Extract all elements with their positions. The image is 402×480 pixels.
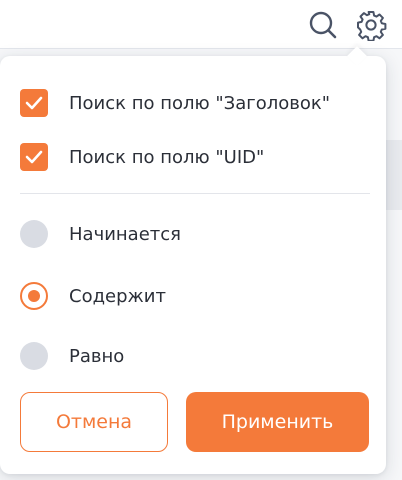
- cancel-button[interactable]: Отмена: [20, 392, 168, 452]
- divider: [20, 193, 370, 194]
- radio-equals[interactable]: Равно: [20, 341, 124, 371]
- settings-button[interactable]: [354, 8, 388, 42]
- checkbox-title-field[interactable]: Поиск по полю "Заголовок": [20, 88, 330, 118]
- radio-label: Начинается: [69, 223, 181, 245]
- search-button[interactable]: [306, 8, 340, 42]
- checkbox-label: Поиск по полю "Заголовок": [69, 92, 331, 114]
- radio-starts-with[interactable]: Начинается: [20, 219, 181, 249]
- top-bar: [0, 0, 402, 49]
- checkmark-icon: [25, 96, 43, 110]
- radio-unselected[interactable]: [20, 220, 48, 248]
- checkbox-uid-field[interactable]: Поиск по полю "UID": [20, 142, 264, 172]
- checkbox-checked[interactable]: [20, 89, 48, 117]
- checkmark-icon: [25, 150, 43, 164]
- radio-label: Содержит: [69, 285, 166, 307]
- radio-selected[interactable]: [20, 282, 48, 310]
- radio-label: Равно: [69, 345, 125, 367]
- header-actions: [306, 8, 388, 42]
- search-settings-popover: Поиск по полю "Заголовок" Поиск по полю …: [0, 56, 386, 474]
- gear-icon: [357, 11, 387, 41]
- radio-contains[interactable]: Содержит: [20, 281, 166, 311]
- radio-unselected[interactable]: [20, 342, 48, 370]
- checkbox-label: Поиск по полю "UID": [69, 146, 265, 168]
- checkbox-checked[interactable]: [20, 143, 48, 171]
- apply-button[interactable]: Применить: [186, 392, 369, 452]
- search-icon: [309, 11, 337, 39]
- radio-dot: [28, 290, 40, 302]
